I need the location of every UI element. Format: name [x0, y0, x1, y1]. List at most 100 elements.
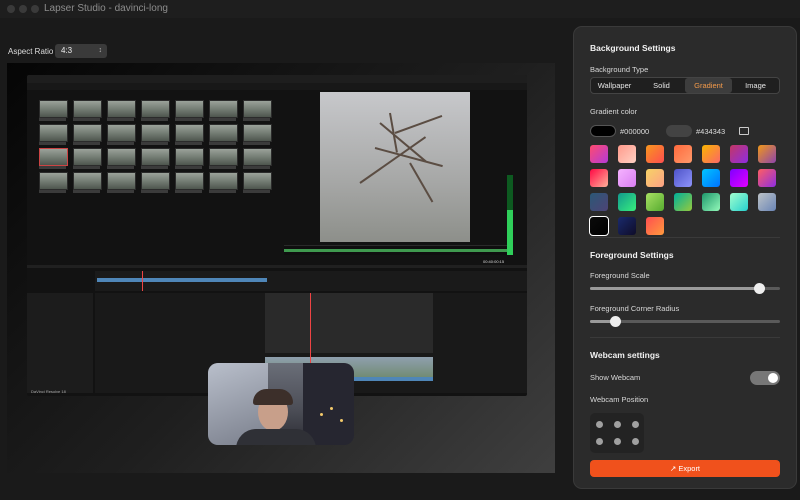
close-window-button[interactable]	[7, 5, 15, 13]
media-thumbnail-label	[209, 166, 236, 169]
divider	[590, 237, 780, 238]
export-button[interactable]: ↗ Export	[590, 460, 780, 477]
gradient-preset-swatch[interactable]	[646, 193, 664, 211]
slider-knob[interactable]	[754, 283, 766, 294]
export-label: Export	[678, 464, 701, 473]
gradient-preset-swatch[interactable]	[618, 169, 636, 187]
window-title: Lapser Studio - davinci-long	[44, 3, 168, 14]
show-webcam-toggle[interactable]	[750, 371, 780, 385]
media-thumbnail	[243, 100, 272, 118]
gradient-preset-swatch[interactable]	[646, 169, 664, 187]
media-thumbnail-label	[175, 190, 202, 193]
gradient-preset-swatch[interactable]	[618, 145, 636, 163]
editor-menubar	[27, 75, 527, 83]
gradient-color-label: Gradient color	[590, 107, 638, 116]
slider-knob[interactable]	[609, 316, 621, 327]
gradient-preset-swatch[interactable]	[674, 169, 692, 187]
media-thumbnail-label	[175, 166, 202, 169]
media-thumbnail-label	[141, 190, 168, 193]
segment-image[interactable]: Image	[732, 78, 779, 93]
webcam-overlay[interactable]	[208, 363, 354, 445]
audio-meter	[507, 175, 513, 255]
show-webcam-label: Show Webcam	[590, 373, 641, 382]
media-thumbnail	[73, 124, 102, 142]
media-thumbnail	[107, 148, 136, 166]
media-thumbnail	[107, 124, 136, 142]
gradient-preset-swatch[interactable]	[590, 145, 608, 163]
media-thumbnail-label	[107, 190, 134, 193]
media-thumbnail	[73, 100, 102, 118]
media-thumbnail	[141, 148, 170, 166]
gradient-preset-swatch[interactable]	[702, 169, 720, 187]
zoom-window-button[interactable]	[31, 5, 39, 13]
aspect-ratio-value: 4:3	[61, 46, 73, 55]
gradient-preset-swatch[interactable]	[589, 216, 609, 236]
position-bottom-right[interactable]	[632, 438, 639, 445]
foreground-scale-label: Foreground Scale	[590, 271, 650, 280]
aspect-ratio-select[interactable]: 4:3 ↕	[55, 44, 107, 58]
media-thumbnail	[141, 124, 170, 142]
position-top-left[interactable]	[596, 421, 603, 428]
media-thumbnail-label	[209, 190, 236, 193]
gradient-preset-swatch[interactable]	[674, 193, 692, 211]
gradient-preset-swatch[interactable]	[730, 145, 748, 163]
media-thumbnail	[243, 124, 272, 142]
fairy-light	[330, 407, 333, 410]
position-bottom-center[interactable]	[614, 438, 621, 445]
gradient-color-2-hex: #434343	[696, 127, 726, 136]
media-thumbnail-label	[141, 142, 168, 145]
position-bottom-left[interactable]	[596, 438, 603, 445]
gradient-preset-swatch[interactable]	[646, 145, 664, 163]
media-thumbnail	[243, 172, 272, 190]
gradient-color-1-hex: #000000	[620, 127, 650, 136]
swap-colors-icon[interactable]	[739, 127, 749, 135]
gradient-preset-swatch[interactable]	[758, 193, 776, 211]
minimize-window-button[interactable]	[19, 5, 27, 13]
media-thumbnail-label	[39, 166, 66, 169]
media-thumbnail	[73, 172, 102, 190]
segment-solid[interactable]: Solid	[638, 78, 685, 93]
media-thumbnail	[175, 100, 204, 118]
foreground-scale-slider[interactable]	[590, 283, 780, 294]
media-thumbnail	[39, 100, 68, 118]
segment-gradient[interactable]: Gradient	[685, 78, 732, 93]
media-thumbnail-label	[175, 118, 202, 121]
foreground-corner-radius-slider[interactable]	[590, 316, 780, 327]
gradient-color-2-swatch[interactable]	[666, 125, 692, 137]
media-thumbnail-label	[73, 166, 100, 169]
gradient-preset-swatch[interactable]	[590, 193, 608, 211]
gradient-preset-swatch[interactable]	[646, 217, 664, 235]
webcam-settings-heading: Webcam settings	[590, 350, 660, 360]
position-top-right[interactable]	[632, 421, 639, 428]
media-thumbnail	[39, 148, 68, 166]
export-icon: ↗	[669, 464, 677, 473]
gradient-preset-swatch[interactable]	[730, 169, 748, 187]
gradient-preset-swatch[interactable]	[730, 193, 748, 211]
room-wall	[303, 363, 354, 445]
background-settings-heading: Background Settings	[590, 43, 676, 53]
fairy-light	[320, 413, 323, 416]
media-thumbnail-label	[243, 166, 270, 169]
media-thumbnail-label	[39, 142, 66, 145]
gradient-preset-swatch[interactable]	[618, 217, 636, 235]
screen-recording-preview: 00:40:00:15 DaVinci Resolve 18	[27, 75, 527, 396]
segment-wallpaper[interactable]: Wallpaper	[591, 78, 638, 93]
gradient-preset-swatch[interactable]	[702, 145, 720, 163]
fairy-light	[340, 419, 343, 422]
media-thumbnail	[39, 124, 68, 142]
media-thumbnail	[243, 148, 272, 166]
gradient-color-1-swatch[interactable]	[590, 125, 616, 137]
gradient-preset-swatch[interactable]	[758, 145, 776, 163]
media-thumbnail-label	[107, 142, 134, 145]
settings-panel: Background Settings Background Type Wall…	[573, 26, 797, 489]
gradient-preset-swatch[interactable]	[674, 145, 692, 163]
position-top-center[interactable]	[614, 421, 621, 428]
media-thumbnail	[209, 124, 238, 142]
media-thumbnail-label	[243, 118, 270, 121]
gradient-preset-swatch[interactable]	[702, 193, 720, 211]
gradient-preset-swatch[interactable]	[618, 193, 636, 211]
editor-brand: DaVinci Resolve 18	[31, 389, 66, 394]
gradient-preset-swatch[interactable]	[758, 169, 776, 187]
gradient-preset-swatch[interactable]	[590, 169, 608, 187]
toggle-knob	[768, 373, 778, 383]
